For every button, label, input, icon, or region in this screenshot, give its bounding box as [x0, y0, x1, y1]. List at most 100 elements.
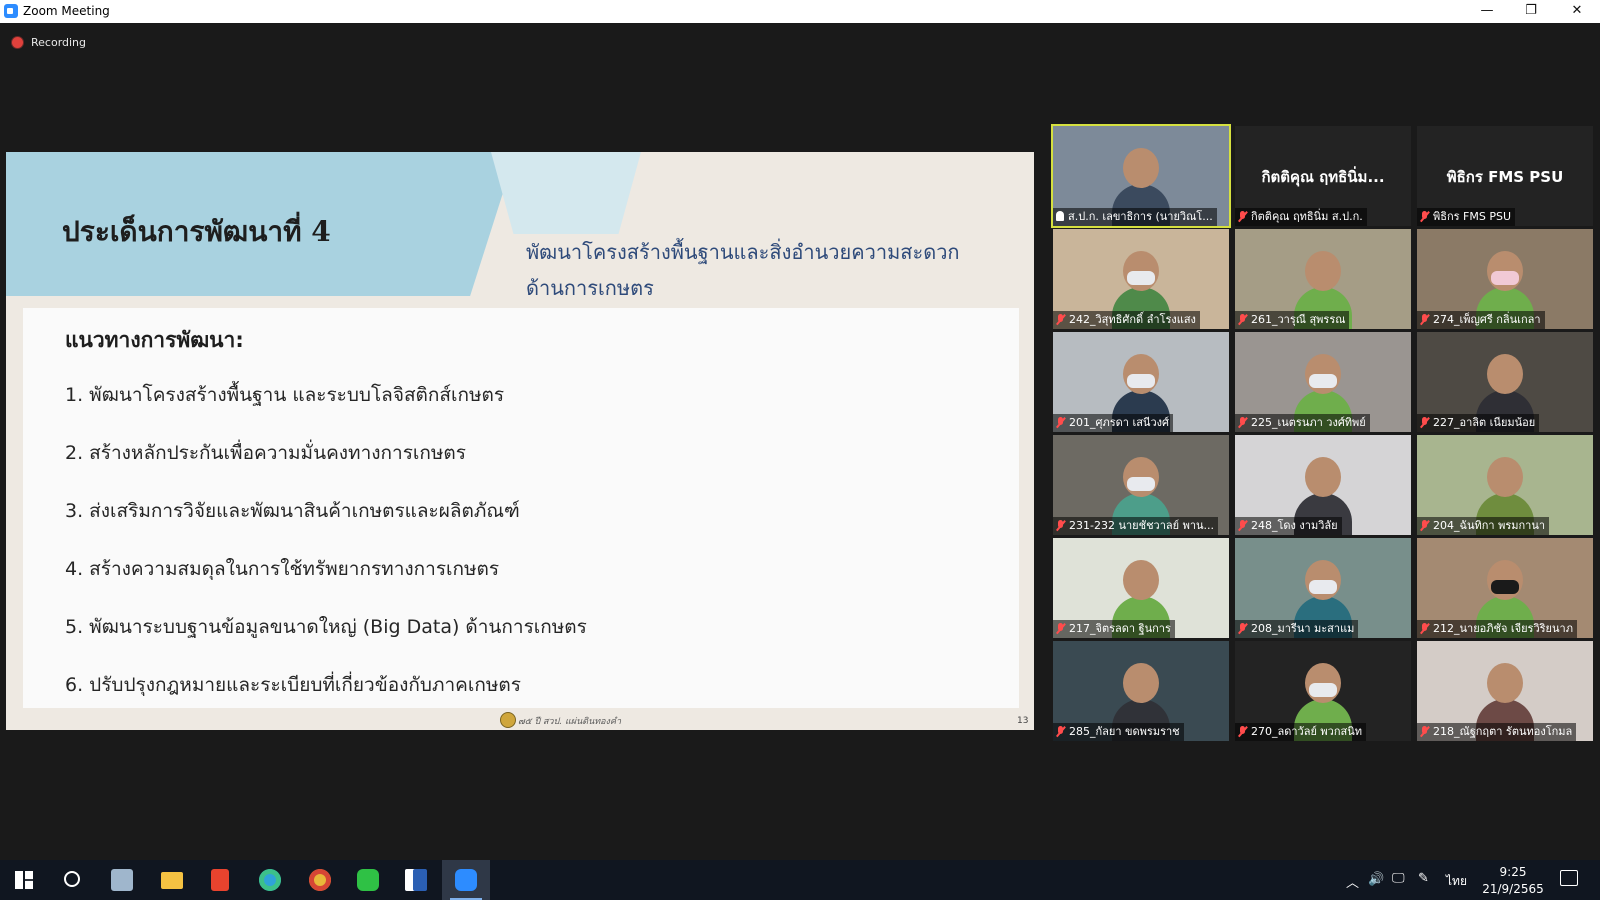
windows-taskbar: ︿ 🔊 🖵 ✎ ไทย 9:25 21/9/2565 — [0, 860, 1600, 900]
clock-date: 21/9/2565 — [1482, 882, 1544, 896]
participant-tile[interactable]: 201_ศุภรดา เสนีวงศ์ — [1053, 332, 1229, 432]
participant-name-label: 218_ณัฐกฤตา รัตนทองโกมล — [1417, 723, 1577, 741]
slide-content-panel: แนวทางการพัฒนา: 1. พัฒนาโครงสร้างพื้นฐาน… — [23, 308, 1019, 708]
taskbar-button[interactable] — [344, 860, 392, 900]
face-mask — [1127, 374, 1155, 388]
mic-muted-icon — [1238, 211, 1247, 222]
participant-tile[interactable]: 242_วิสุทธิศักดิ์ ลำโรงแสง — [1053, 229, 1229, 329]
participant-tile[interactable]: 204_ฉันทิกา พรมกานา — [1417, 435, 1593, 535]
participant-tile[interactable]: 274_เพ็ญศรี กลิ่นเกลา — [1417, 229, 1593, 329]
participant-display-name: พิธิกร FMS PSU — [1446, 168, 1564, 186]
language-indicator[interactable]: ไทย — [1446, 872, 1467, 891]
participant-name: 231-232 นายชัชวาลย์ พาน... — [1069, 519, 1215, 532]
participant-name: 242_วิสุทธิศักดิ์ ลำโรงแสง — [1069, 313, 1196, 326]
participant-name-label: 274_เพ็ญศรี กลิ่นเกลา — [1417, 311, 1545, 329]
network-icon[interactable]: 🖵 — [1392, 871, 1405, 886]
participant-head — [1305, 251, 1341, 291]
taskbar-button[interactable] — [296, 860, 344, 900]
participant-name: 274_เพ็ญศรี กลิ่นเกลา — [1433, 313, 1541, 326]
participant-name: 285_กัลยา ขดพรมราช — [1069, 725, 1180, 738]
participant-name: 208_มารีนา มะสาแม — [1251, 622, 1355, 635]
slide-footer-logo-icon — [500, 712, 516, 728]
participant-display-name: กิตติคุณ ฤทธินิ่ม... — [1261, 168, 1385, 186]
taskbar-button[interactable] — [98, 860, 146, 900]
folder-icon — [161, 872, 183, 889]
participant-tile[interactable]: ส.ป.ก. เลขาธิการ (นายวิณโ... — [1051, 124, 1231, 228]
mic-muted-icon — [1056, 520, 1065, 531]
recording-label: Recording — [31, 36, 87, 49]
participant-name: 227_อาลิต เนียมน้อย — [1433, 416, 1536, 429]
chrome-icon — [309, 869, 331, 891]
participant-tile[interactable]: พิธิกร FMS PSU พิธิกร FMS PSU — [1417, 126, 1593, 226]
participant-head — [1305, 457, 1341, 497]
participant-tile[interactable]: 227_อาลิต เนียมน้อย — [1417, 332, 1593, 432]
participant-name-label: 225_เนตรนภา วงศ์ทิพย์ — [1235, 414, 1370, 432]
mic-muted-icon — [1420, 726, 1429, 737]
record-dot-icon — [12, 37, 23, 48]
mic-muted-icon — [1420, 623, 1429, 634]
taskbar-clock[interactable]: 9:25 21/9/2565 — [1478, 864, 1548, 898]
shared-screen-slide: ประเด็นการพัฒนาที่ 4 พัฒนาโครงสร้างพื้นฐ… — [6, 152, 1034, 730]
volume-icon[interactable]: 🔊 — [1368, 872, 1384, 887]
restore-button[interactable]: ❐ — [1508, 0, 1554, 23]
participant-gallery: ส.ป.ก. เลขาธิการ (นายวิณโ... กิตติคุณ ฤทธ… — [1051, 124, 1595, 754]
development-list: 1. พัฒนาโครงสร้างพื้นฐาน และระบบโลจิสติก… — [65, 380, 587, 728]
participant-tile[interactable]: 261_วารุณี สุพรรณ — [1235, 229, 1411, 329]
slide-decor-shape — [491, 152, 641, 234]
participant-head — [1487, 354, 1523, 394]
participant-tile[interactable]: 208_มารีนา มะสาแม — [1235, 538, 1411, 638]
edge-icon — [259, 869, 281, 891]
minimize-button[interactable]: — — [1464, 0, 1510, 23]
face-mask — [1127, 271, 1155, 285]
list-item: 5. พัฒนาระบบฐานข้อมูลขนาดใหญ่ (Big Data)… — [65, 616, 587, 638]
zoom-app-icon — [4, 4, 18, 18]
participant-tile[interactable]: 212_นายอภิชัจ เจียรวิริยนาภ — [1417, 538, 1593, 638]
participant-name: พิธิกร FMS PSU — [1433, 210, 1511, 223]
taskbar-button[interactable] — [442, 860, 490, 900]
mic-muted-icon — [1056, 623, 1065, 634]
mic-muted-icon — [1420, 417, 1429, 428]
notifications-icon[interactable] — [1560, 870, 1578, 886]
taskbar-button[interactable] — [392, 860, 440, 900]
pen-icon[interactable]: ✎ — [1418, 871, 1429, 886]
participant-name: ส.ป.ก. เลขาธิการ (นายวิณโ... — [1068, 210, 1213, 223]
participant-tile[interactable]: 285_กัลยา ขดพรมราช — [1053, 641, 1229, 741]
participant-tile[interactable]: 217_จิตรลดา ฐินการ — [1053, 538, 1229, 638]
window-title-bar: Zoom Meeting — ❐ ✕ — [0, 0, 1600, 23]
mic-muted-icon — [1056, 314, 1065, 325]
taskbar-button[interactable] — [196, 860, 244, 900]
word-icon — [405, 869, 427, 891]
taskbar-button[interactable] — [246, 860, 294, 900]
participant-name: 270_ลดาวัลย์ พวกสนิท — [1251, 725, 1362, 738]
participant-head — [1487, 663, 1523, 703]
participant-head — [1123, 560, 1159, 600]
list-item: 1. พัฒนาโครงสร้างพื้นฐาน และระบบโลจิสติก… — [65, 384, 505, 406]
participant-name-label: 242_วิสุทธิศักดิ์ ลำโรงแสง — [1053, 311, 1200, 329]
mic-muted-icon — [1238, 520, 1247, 531]
participant-tile[interactable]: 231-232 นายชัชวาลย์ พาน... — [1053, 435, 1229, 535]
show-hidden-icons-icon[interactable]: ︿ — [1346, 872, 1359, 891]
slide-page-number: 13 — [1017, 716, 1029, 726]
slide-heading: ประเด็นการพัฒนาที่ 4 — [62, 215, 331, 248]
participant-tile[interactable]: 270_ลดาวัลย์ พวกสนิท — [1235, 641, 1411, 741]
windows-start-icon — [15, 871, 33, 889]
participant-tile[interactable]: 248_โดง งามวิลัย — [1235, 435, 1411, 535]
participant-tile[interactable]: 225_เนตรนภา วงศ์ทิพย์ — [1235, 332, 1411, 432]
face-mask — [1309, 374, 1337, 388]
taskbar-button[interactable] — [48, 860, 96, 900]
taskbar-button[interactable] — [0, 860, 48, 900]
participant-tile[interactable]: กิตติคุณ ฤทธินิ่ม... กิตติคุณ ฤทธินิ่ม ส.… — [1235, 126, 1411, 226]
taskbar-button[interactable] — [148, 860, 196, 900]
participant-name: กิตติคุณ ฤทธินิ่ม ส.ป.ก. — [1251, 210, 1363, 223]
slide-footer-text: ๗๕ ปี สวป. แผ่นดินทองคำ — [518, 717, 622, 727]
close-button[interactable]: ✕ — [1554, 0, 1600, 23]
list-item: 4. สร้างความสมดุลในการใช้ทรัพยากรทางการเ… — [65, 558, 500, 580]
face-mask — [1491, 271, 1519, 285]
participant-name: 204_ฉันทิกา พรมกานา — [1433, 519, 1546, 532]
participant-name-label: 201_ศุภรดา เสนีวงศ์ — [1053, 414, 1173, 432]
participant-name-label: 231-232 นายชัชวาลย์ พาน... — [1053, 517, 1219, 535]
participant-name-label: กิตติคุณ ฤทธินิ่ม ส.ป.ก. — [1235, 208, 1367, 226]
mic-muted-icon — [1056, 726, 1065, 737]
participant-tile[interactable]: 218_ณัฐกฤตา รัตนทองโกมล — [1417, 641, 1593, 741]
participant-head — [1123, 663, 1159, 703]
